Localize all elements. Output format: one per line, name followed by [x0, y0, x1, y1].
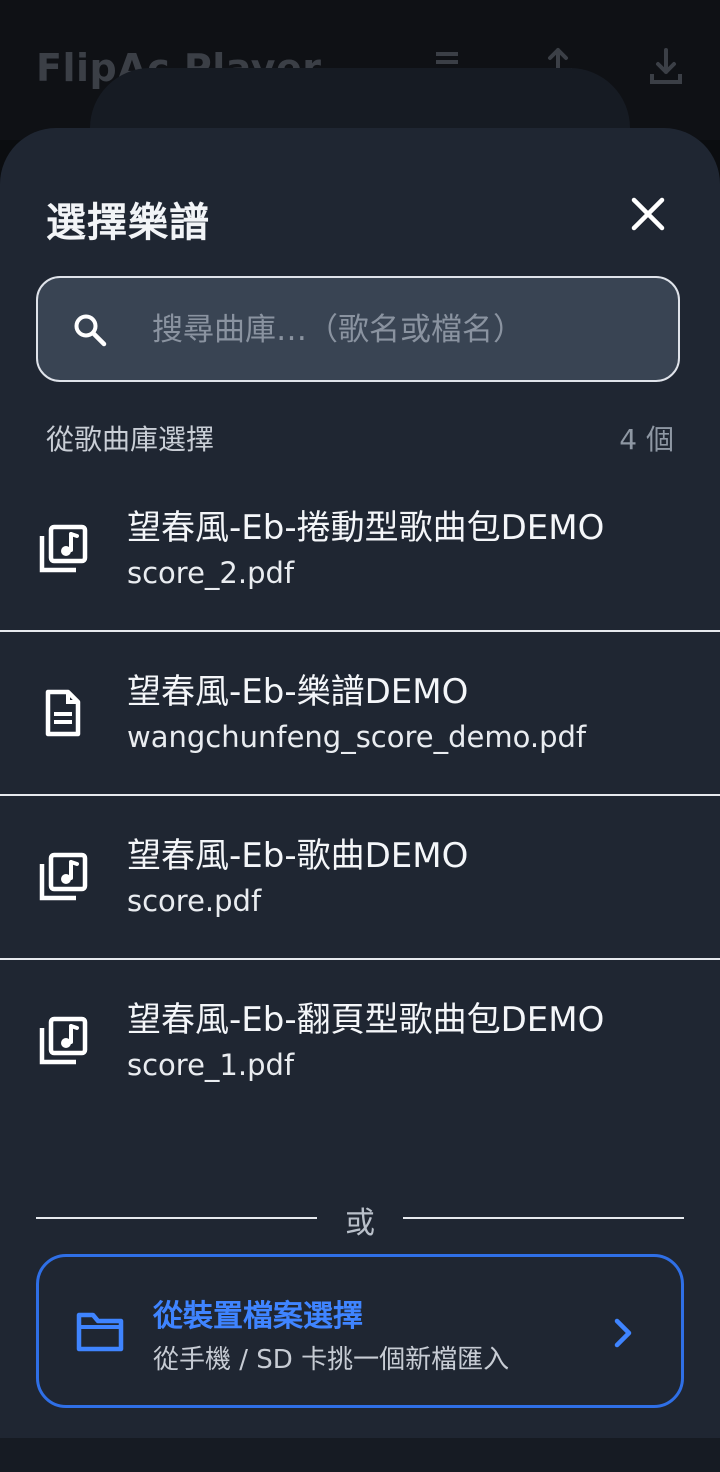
divider: [403, 1217, 684, 1219]
score-title: 望春風-Eb-樂譜DEMO: [127, 672, 469, 712]
music-library-icon: [39, 1016, 88, 1065]
list-item[interactable]: 望春風-Eb-樂譜DEMO wangchunfeng_score_demo.pd…: [0, 632, 720, 796]
folder-icon: [76, 1312, 124, 1352]
sheet-title: 選擇樂譜: [46, 200, 210, 246]
library-count: 4 個: [619, 423, 674, 456]
score-filename: score_1.pdf: [127, 1048, 295, 1082]
chevron-right-icon: [614, 1318, 632, 1348]
score-filename: score.pdf: [127, 884, 262, 918]
score-filename: score_2.pdf: [127, 556, 295, 590]
bottom-strip: [0, 1438, 720, 1472]
list-item[interactable]: 望春風-Eb-捲動型歌曲包DEMO score_2.pdf: [0, 468, 720, 632]
close-icon: [631, 197, 665, 231]
music-library-icon: [39, 524, 88, 573]
search-box[interactable]: [36, 276, 680, 382]
document-icon: [45, 689, 81, 737]
score-title: 望春風-Eb-捲動型歌曲包DEMO: [127, 508, 605, 548]
device-picker-subtitle: 從手機 / SD 卡挑一個新檔匯入: [153, 1345, 510, 1375]
score-picker-sheet: 選擇樂譜 從歌曲庫選擇 4 個 望春風-Eb-捲動型歌曲包DEMO score_…: [0, 128, 720, 1438]
score-filename: wangchunfeng_score_demo.pdf: [127, 720, 587, 754]
list-item[interactable]: 望春風-Eb-翻頁型歌曲包DEMO score_1.pdf: [0, 960, 720, 1124]
score-title: 望春風-Eb-歌曲DEMO: [127, 836, 469, 876]
music-library-icon: [39, 852, 88, 901]
download-icon[interactable]: [644, 44, 688, 88]
or-separator: 或: [345, 1206, 375, 1241]
score-title: 望春風-Eb-翻頁型歌曲包DEMO: [127, 1000, 605, 1040]
score-list: 望春風-Eb-捲動型歌曲包DEMO score_2.pdf 望春風-Eb-樂譜D…: [0, 468, 720, 1124]
list-item[interactable]: 望春風-Eb-歌曲DEMO score.pdf: [0, 796, 720, 960]
pick-from-device-button[interactable]: 從裝置檔案選擇 從手機 / SD 卡挑一個新檔匯入: [36, 1254, 684, 1408]
library-section-label: 從歌曲庫選擇: [46, 423, 215, 456]
divider: [36, 1217, 317, 1219]
search-input[interactable]: [152, 300, 652, 360]
close-button[interactable]: [616, 182, 680, 246]
device-picker-title: 從裝置檔案選擇: [153, 1299, 363, 1334]
search-icon: [74, 314, 107, 347]
